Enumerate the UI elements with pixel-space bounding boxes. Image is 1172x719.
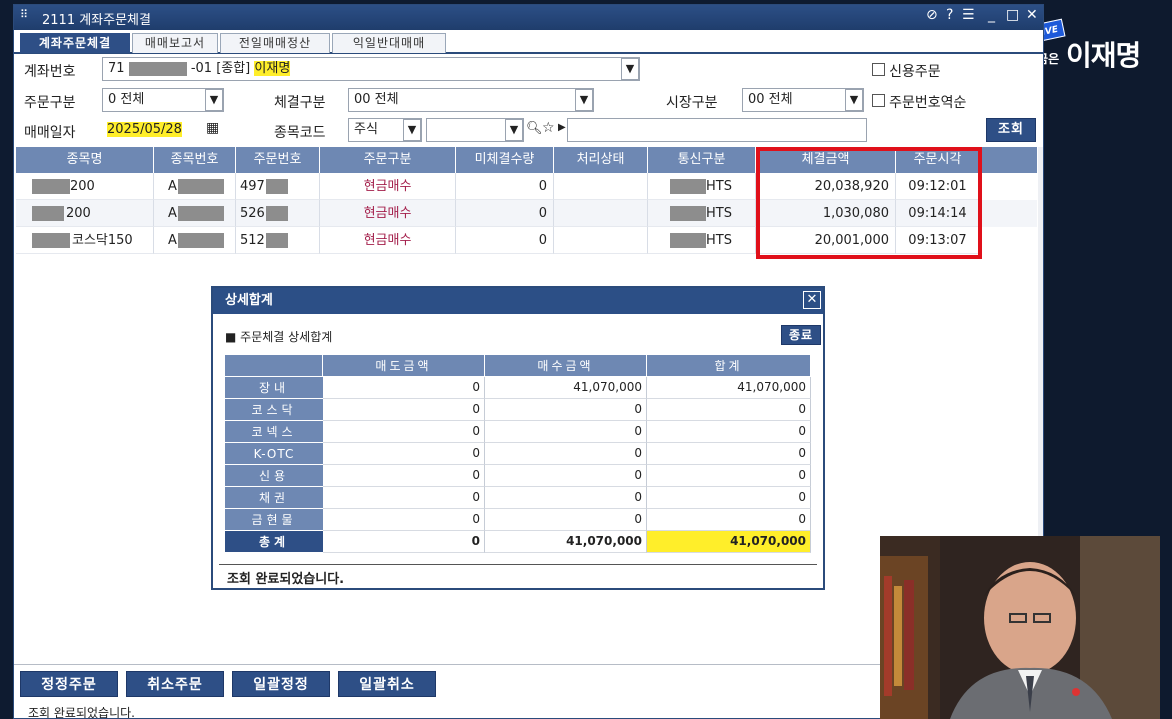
close-button[interactable]: 종료 xyxy=(781,325,821,345)
stock-code-label: 종목코드 xyxy=(274,125,326,141)
account-prefix: 71 xyxy=(108,61,125,76)
row-label: 코넥스 xyxy=(225,421,323,443)
account-name: 이재명 xyxy=(254,61,291,76)
col-header[interactable]: 종목번호 xyxy=(154,147,236,173)
stock-name-field[interactable] xyxy=(567,118,867,142)
help-icon[interactable]: ? xyxy=(946,7,953,23)
date-field[interactable]: 2025/05/28 xyxy=(104,118,185,142)
execution-table: 종목명 종목번호 주문번호 주문구분 미체결수량 처리상태 통신구분 체결금액 … xyxy=(16,147,1037,259)
grid-menu-icon[interactable]: ⠿ xyxy=(20,8,28,21)
dialog-title: 상세합계 xyxy=(213,288,823,314)
maximize-icon[interactable]: □ xyxy=(1006,7,1019,23)
credit-order-checkbox[interactable]: 신용주문 xyxy=(872,61,941,81)
masked-account xyxy=(128,61,187,76)
chevron-down-icon[interactable]: ▼ xyxy=(575,89,593,111)
brand-name: 이재명 xyxy=(1066,39,1141,72)
calendar-icon[interactable]: ▦ xyxy=(206,120,219,136)
modify-order-button[interactable]: 정정주문 xyxy=(20,671,118,697)
webcam-inset xyxy=(880,536,1160,719)
col-header: 합계 xyxy=(647,355,811,377)
row-label: K-OTC xyxy=(225,443,323,465)
stock-type-select[interactable]: 주식 ▼ xyxy=(348,118,422,142)
order-type-select[interactable]: 0 전체 ▼ xyxy=(102,88,224,112)
dialog-status: 조회 완료되었습니다. xyxy=(227,572,345,587)
row-label: 신용 xyxy=(225,465,323,487)
col-header[interactable]: 종목명 xyxy=(16,147,154,173)
summary-dialog: 상세합계 ✕ ■ 주문체결 상세합계 종료 매도금액 매수금액 합계 장내 0 … xyxy=(211,286,825,590)
row-label: 장내 xyxy=(225,377,323,399)
market-label: 시장구분 xyxy=(666,95,718,111)
col-header[interactable]: 미체결수량 xyxy=(456,147,554,173)
cancel-order-button[interactable]: 취소주문 xyxy=(126,671,224,697)
bulk-cancel-button[interactable]: 일괄취소 xyxy=(338,671,436,697)
col-header-empty xyxy=(980,147,1037,173)
exec-type-select[interactable]: 00 전체 ▼ xyxy=(348,88,594,112)
row-label: 채권 xyxy=(225,487,323,509)
bulk-modify-button[interactable]: 일괄정정 xyxy=(232,671,330,697)
reverse-order-checkbox[interactable]: 주문번호역순 xyxy=(872,92,966,112)
arrow-right-icon[interactable]: ▶ xyxy=(558,122,566,133)
search-icon[interactable]: 🔍︎ xyxy=(526,121,543,136)
chevron-down-icon[interactable]: ▼ xyxy=(845,89,863,111)
col-header: 매도금액 xyxy=(323,355,485,377)
chevron-down-icon[interactable]: ▼ xyxy=(621,58,639,80)
total-label: 총계 xyxy=(225,531,323,553)
chevron-down-icon[interactable]: ▼ xyxy=(403,119,421,141)
title-bar[interactable]: ⠿ 2111 계좌주문체결 ⊘ ? ☰ _ □ ✕ xyxy=(14,5,1043,30)
dialog-subtitle: ■ 주문체결 상세합계 xyxy=(225,330,333,344)
account-field[interactable]: 71 -01 [종합] 이재명 ▼ xyxy=(102,57,640,81)
exec-type-label: 체결구분 xyxy=(274,95,326,111)
account-suffix: -01 [종합] xyxy=(190,61,251,76)
col-header[interactable]: 통신구분 xyxy=(648,147,756,173)
stock-code-input[interactable]: ▼ xyxy=(426,118,524,142)
close-icon[interactable]: ✕ xyxy=(803,291,821,309)
account-label: 계좌번호 xyxy=(24,64,76,80)
tab-bar: 계좌주문체결 매매보고서 전일매매정산 익일반대매매 xyxy=(14,30,1043,54)
tab-trade-report[interactable]: 매매보고서 xyxy=(132,33,218,53)
col-header: 매수금액 xyxy=(485,355,647,377)
status-bar: 조회 완료되었습니다. xyxy=(28,706,135,719)
row-label: 코스닥 xyxy=(225,399,323,421)
star-icon[interactable]: ☆ xyxy=(542,120,555,136)
menu-icon[interactable]: ☰ xyxy=(962,7,975,23)
col-header[interactable]: 주문구분 xyxy=(320,147,456,173)
minimize-icon[interactable]: _ xyxy=(988,7,995,23)
person-image xyxy=(880,536,1160,719)
chevron-down-icon[interactable]: ▼ xyxy=(505,119,523,141)
chevron-down-icon[interactable]: ▼ xyxy=(205,89,223,111)
window-title: 2111 계좌주문체결 xyxy=(42,13,151,28)
close-icon[interactable]: ✕ xyxy=(1026,7,1038,23)
tab-prev-settlement[interactable]: 전일매매정산 xyxy=(220,33,330,53)
date-label: 매매일자 xyxy=(24,125,76,141)
market-select[interactable]: 00 전체 ▼ xyxy=(742,88,864,112)
col-header[interactable]: 처리상태 xyxy=(554,147,648,173)
col-header[interactable]: 주문번호 xyxy=(236,147,320,173)
query-button[interactable]: 조회 xyxy=(986,118,1036,142)
order-type-label: 주문구분 xyxy=(24,95,76,111)
row-label: 금현물 xyxy=(225,509,323,531)
highlight-box xyxy=(756,147,982,259)
tab-next-day-reverse[interactable]: 익일반대매매 xyxy=(332,33,446,53)
tab-account-orders[interactable]: 계좌주문체결 xyxy=(20,33,130,53)
link-icon[interactable]: ⊘ xyxy=(926,7,938,23)
